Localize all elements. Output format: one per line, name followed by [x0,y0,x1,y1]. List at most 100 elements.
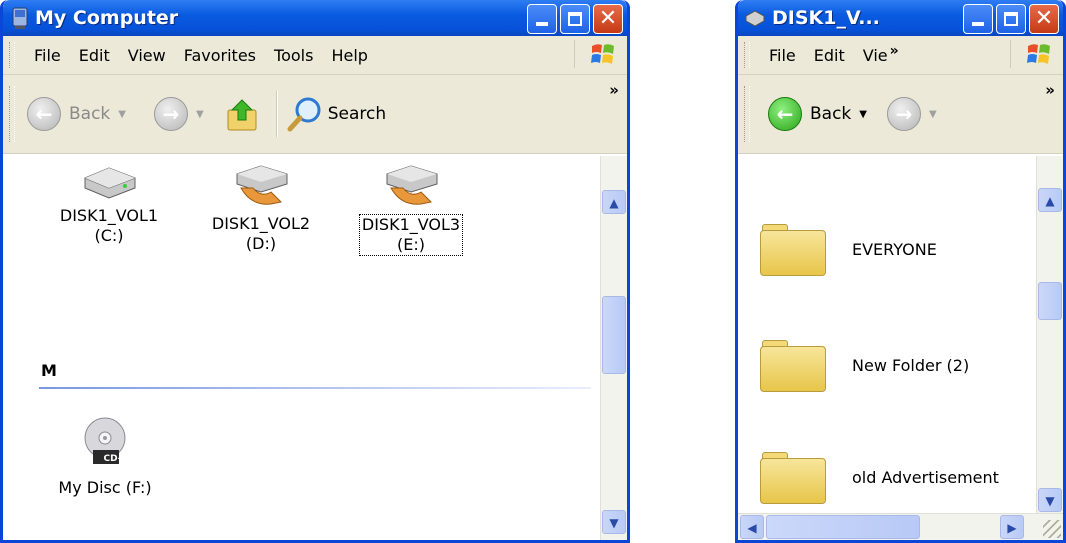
folder-name: EVERYONE [852,239,937,259]
menu-bar: File Edit Vie » [738,36,1063,75]
minimize-icon [536,22,548,26]
menu-file[interactable]: File [25,46,70,65]
menu-chevron[interactable]: » [890,43,899,59]
close-icon: ✕ [598,6,618,31]
drive-name: DISK1_VOL1 [59,206,159,225]
back-button[interactable]: ← Back ▼ [768,97,867,131]
search-icon [287,97,321,132]
up-folder-button[interactable] [226,96,260,132]
folder-name: New Folder (2) [852,355,970,375]
disk-window: DISK1_V... ✕ File Edit Vie » ← Back ▼ → … [735,0,1066,543]
removable-drive-item[interactable]: CD-R My Disc (F:) [45,414,165,498]
drive-name: My Disc (F:) [58,478,152,497]
forward-dropdown-icon[interactable]: ▼ [196,109,204,120]
scroll-down-button[interactable]: ▼ [1038,488,1062,512]
folder-icon [760,224,826,276]
back-arrow-icon: ← [27,97,61,131]
shared-drive-icon [386,165,438,205]
toolbar-chevron[interactable]: » [609,81,619,99]
menu-view[interactable]: View [119,46,175,65]
drive-item-focused[interactable]: DISK1_VOL3 (E:) [351,162,471,256]
menu-help[interactable]: Help [322,46,376,65]
folder-item[interactable]: old Advertisement [760,452,999,504]
folder-pane: EVERYONE New Folder (2) old Advertisemen… [738,156,1063,540]
maximize-button[interactable] [560,4,590,34]
toolbar: ← Back ▼ → ▼ Search » [3,75,627,154]
search-button[interactable]: Search [286,95,386,133]
menu-edit[interactable]: Edit [805,46,854,65]
scroll-right-button[interactable]: ▶ [1000,515,1024,539]
back-button[interactable]: ← Back ▼ [27,97,126,131]
close-button[interactable]: ✕ [593,4,623,34]
search-label: Search [327,104,387,124]
forward-button[interactable]: → ▼ [886,97,937,131]
scroll-up-button[interactable]: ▲ [602,190,626,214]
menu-view[interactable]: Vie [854,46,890,65]
windows-logo-icon [1010,40,1053,68]
folder-icon [760,452,826,504]
cd-r-badge: CD-R [103,454,129,464]
toolbar-separator [275,91,278,137]
menu-grip[interactable] [9,42,15,68]
maximize-icon [1004,12,1018,26]
scroll-down-button[interactable]: ▼ [602,510,626,534]
section-divider [39,387,591,389]
horizontal-scroll-thumb[interactable] [766,515,920,539]
forward-dropdown-icon[interactable]: ▼ [929,109,937,120]
folder-icon [760,340,826,392]
drive-letter: (D:) [245,234,277,253]
window-title: My Computer [35,7,179,29]
minimize-button[interactable] [527,4,557,34]
drive-item[interactable]: DISK1_VOL2 (D:) [201,162,321,254]
back-dropdown-icon[interactable]: ▼ [118,109,126,120]
drive-name: DISK1_VOL3 [361,215,461,234]
back-label: Back [69,104,111,124]
drive-icon [744,9,766,27]
close-button[interactable]: ✕ [1029,4,1059,34]
folder-item[interactable]: New Folder (2) [760,340,970,392]
shared-drive-icon [236,165,288,205]
drive-item[interactable]: DISK1_VOL1 (C:) [49,162,169,246]
focus-rect: DISK1_VOL3 (E:) [358,214,464,256]
back-dropdown-icon[interactable]: ▼ [859,109,867,120]
toolbar-chevron[interactable]: » [1045,81,1055,99]
my-computer-icon [11,6,29,30]
menu-tools[interactable]: Tools [265,46,322,65]
menu-grip[interactable] [744,42,750,68]
minimize-button[interactable] [963,4,993,34]
title-bar[interactable]: My Computer ✕ [3,0,627,36]
menu-edit[interactable]: Edit [70,46,119,65]
menu-bar: File Edit View Favorites Tools Help [3,36,627,75]
scroll-up-button[interactable]: ▲ [1038,188,1062,212]
scroll-thumb[interactable] [602,296,626,374]
toolbar-grip[interactable] [744,86,750,142]
vertical-scrollbar[interactable]: ▲ ▼ [600,156,627,540]
folder-name: old Advertisement [852,467,999,487]
menu-favorites[interactable]: Favorites [175,46,265,65]
minimize-icon [972,22,984,26]
scroll-thumb[interactable] [1038,282,1062,320]
folder-item[interactable]: EVERYONE [760,224,937,276]
forward-button[interactable]: → ▼ [153,97,204,131]
title-bar[interactable]: DISK1_V... ✕ [738,0,1063,36]
vertical-scrollbar[interactable]: ▲ ▼ [1036,156,1063,514]
forward-arrow-icon: → [886,97,921,131]
drive-name: DISK1_VOL2 [211,214,311,233]
drives-pane: DISK1_VOL1 (C:) DISK1_VOL2 (D:) DISK1_VO… [3,156,627,540]
toolbar: ← Back ▼ → ▼ » [738,75,1063,154]
toolbar-grip[interactable] [9,86,15,142]
back-label: Back [810,104,852,124]
maximize-button[interactable] [996,4,1026,34]
close-icon: ✕ [1034,6,1054,31]
section-header: M [41,361,57,380]
drive-letter: (C:) [94,226,124,245]
menu-file[interactable]: File [760,46,805,65]
back-arrow-icon: ← [768,97,802,131]
maximize-icon [568,12,582,26]
drive-letter: (E:) [397,235,425,254]
scroll-left-button[interactable]: ◀ [740,515,764,539]
resize-grip-icon[interactable] [1043,520,1061,538]
horizontal-scrollbar[interactable]: ◀ ▶ [738,513,1063,540]
forward-arrow-icon: → [153,97,188,131]
window-title: DISK1_V... [772,7,880,29]
